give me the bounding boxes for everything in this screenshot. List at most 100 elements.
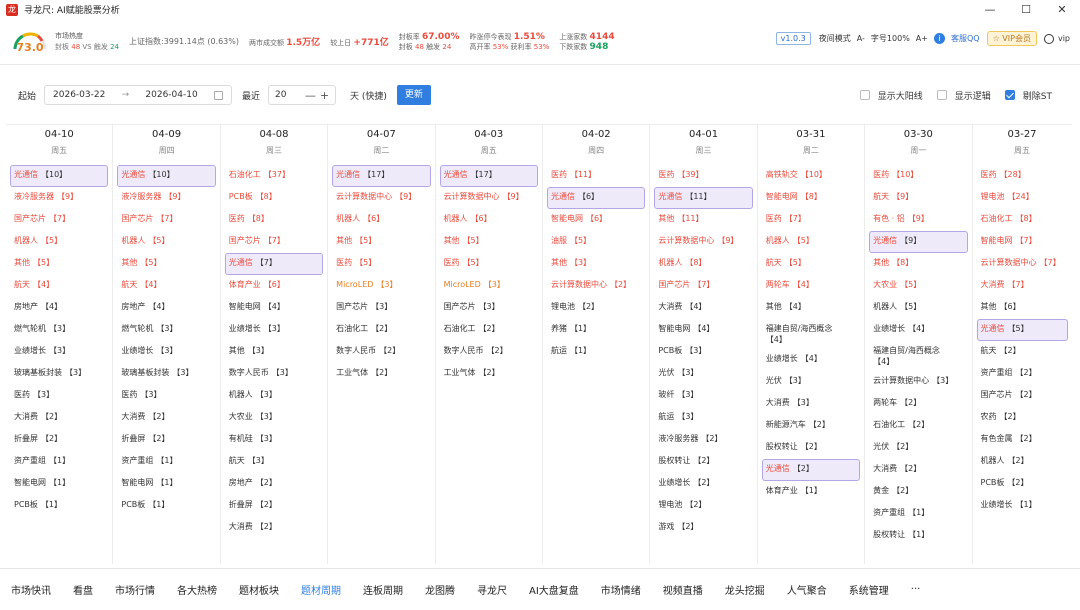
theme-item[interactable]: 业绩增长 【2】 — [654, 473, 752, 495]
nav-item[interactable]: 龙头挖掘 — [714, 582, 776, 597]
theme-item[interactable]: 机器人 【2】 — [977, 451, 1068, 473]
theme-item[interactable]: 其他 【5】 — [332, 231, 430, 253]
theme-item[interactable]: 玻纤 【3】 — [654, 385, 752, 407]
close-button[interactable]: ✕ — [1044, 0, 1080, 19]
theme-item[interactable]: 航运 【3】 — [654, 407, 752, 429]
theme-item[interactable]: 光通信 【17】 — [332, 165, 431, 187]
theme-item[interactable]: 云计算数据中心 【9】 — [332, 187, 430, 209]
theme-item[interactable]: PCB板 【1】 — [10, 495, 108, 517]
theme-item[interactable]: 农药 【2】 — [977, 407, 1068, 429]
theme-item[interactable]: 其他 【5】 — [117, 253, 215, 275]
theme-item[interactable]: 国产芯片 【7】 — [10, 209, 108, 231]
theme-item[interactable]: 液冷服务器 【9】 — [117, 187, 215, 209]
theme-item[interactable]: 业绩增长 【1】 — [977, 495, 1068, 517]
theme-item[interactable]: 航天 【4】 — [10, 275, 108, 297]
theme-item[interactable]: 房地产 【4】 — [10, 297, 108, 319]
nav-item[interactable]: ··· — [900, 584, 932, 595]
theme-item[interactable]: 福建自贸/海西概念 【4】 — [869, 341, 967, 371]
theme-item[interactable]: 石油化工 【2】 — [332, 319, 430, 341]
theme-item[interactable]: 其他 【5】 — [10, 253, 108, 275]
theme-item[interactable]: 黄金 【2】 — [869, 481, 967, 503]
theme-item[interactable]: 工业气体 【2】 — [332, 363, 430, 385]
theme-item[interactable]: 房地产 【2】 — [225, 473, 323, 495]
theme-item[interactable]: 智能电网 【4】 — [654, 319, 752, 341]
theme-item[interactable]: 云计算数据中心 【3】 — [869, 371, 967, 393]
theme-item[interactable]: 机器人 【6】 — [332, 209, 430, 231]
theme-item[interactable]: 国产芯片 【7】 — [225, 231, 323, 253]
theme-item[interactable]: 航天 【2】 — [977, 341, 1068, 363]
theme-item[interactable]: 大消费 【2】 — [869, 459, 967, 481]
checkbox-icon[interactable] — [859, 90, 870, 100]
theme-item[interactable]: 液冷服务器 【9】 — [10, 187, 108, 209]
nav-item[interactable]: 连板周期 — [352, 582, 414, 597]
theme-item[interactable]: 高铁轨交 【10】 — [762, 165, 860, 187]
theme-item[interactable]: 国产芯片 【2】 — [977, 385, 1068, 407]
theme-item[interactable]: PCB板 【3】 — [654, 341, 752, 363]
nav-item[interactable]: 市场快讯 — [0, 582, 62, 597]
theme-item[interactable]: 医药 【5】 — [332, 253, 430, 275]
update-button[interactable]: 更新 — [396, 85, 431, 105]
theme-item[interactable]: 福建自贸/海西概念 【4】 — [762, 319, 860, 349]
theme-item[interactable]: 其他 【5】 — [440, 231, 538, 253]
theme-item[interactable]: 业绩增长 【4】 — [762, 349, 860, 371]
theme-item[interactable]: 有机硅 【3】 — [225, 429, 323, 451]
font-increase-button[interactable]: A+ — [916, 34, 928, 43]
nav-item[interactable]: 看盘 — [62, 582, 104, 597]
theme-item[interactable]: 光通信 【5】 — [976, 319, 1068, 341]
nav-item[interactable]: 人气聚合 — [776, 582, 838, 597]
theme-item[interactable]: 其他 【3】 — [547, 253, 645, 275]
theme-item[interactable]: 航天 【5】 — [762, 253, 860, 275]
theme-item[interactable]: 数字人民币 【2】 — [332, 341, 430, 363]
theme-item[interactable]: 航天 【4】 — [117, 275, 215, 297]
maximize-button[interactable]: ☐ — [1008, 0, 1044, 19]
info-icon[interactable]: i — [933, 33, 945, 44]
theme-item[interactable]: 机器人 【6】 — [440, 209, 538, 231]
theme-item[interactable]: 折叠屏 【2】 — [225, 495, 323, 517]
theme-item[interactable]: 光通信 【11】 — [654, 187, 753, 209]
theme-item[interactable]: 股权转让 【2】 — [654, 451, 752, 473]
checkbox-icon[interactable] — [936, 90, 947, 100]
theme-item[interactable]: 大消费 【2】 — [117, 407, 215, 429]
theme-item[interactable]: 智能电网 【1】 — [117, 473, 215, 495]
theme-item[interactable]: 医药 【28】 — [977, 165, 1068, 187]
font-decrease-button[interactable]: A- — [857, 34, 865, 43]
theme-item[interactable]: 工业气体 【2】 — [440, 363, 538, 385]
theme-item[interactable]: PCB板 【1】 — [117, 495, 215, 517]
theme-item[interactable]: 光通信 【9】 — [869, 231, 968, 253]
nav-item[interactable]: 寻龙尺 — [466, 582, 518, 597]
theme-item[interactable]: 医药 【5】 — [440, 253, 538, 275]
theme-item[interactable]: 体育产业 【6】 — [225, 275, 323, 297]
theme-item[interactable]: 医药 【7】 — [762, 209, 860, 231]
user-icon[interactable] — [1043, 33, 1054, 44]
theme-item[interactable]: 机器人 【8】 — [654, 253, 752, 275]
theme-item[interactable]: 光通信 【17】 — [439, 165, 538, 187]
theme-item[interactable]: 玻璃基板封装 【3】 — [117, 363, 215, 385]
theme-item[interactable]: 养猪 【1】 — [547, 319, 645, 341]
theme-item[interactable]: 石油化工 【2】 — [440, 319, 538, 341]
theme-item[interactable]: 大消费 【4】 — [654, 297, 752, 319]
theme-item[interactable]: 资产重组 【2】 — [977, 363, 1068, 385]
show-logic-checkbox[interactable]: 显示逻辑 — [936, 89, 991, 102]
nav-item[interactable]: 龙图腾 — [414, 582, 466, 597]
theme-item[interactable]: 资产重组 【1】 — [10, 451, 108, 473]
theme-item[interactable]: 锂电池 【2】 — [547, 297, 645, 319]
theme-item[interactable]: 云计算数据中心 【7】 — [977, 253, 1068, 275]
theme-item[interactable]: MicroLED 【3】 — [440, 275, 538, 297]
nav-item[interactable]: AI大盘复盘 — [518, 582, 590, 597]
theme-item[interactable]: 新能源汽车 【2】 — [762, 415, 860, 437]
theme-item[interactable]: MicroLED 【3】 — [332, 275, 430, 297]
theme-item[interactable]: 智能电网 【1】 — [10, 473, 108, 495]
theme-item[interactable]: 燃气轮机 【3】 — [117, 319, 215, 341]
theme-item[interactable]: 云计算数据中心 【2】 — [547, 275, 645, 297]
calendar-icon[interactable] — [213, 90, 223, 100]
theme-item[interactable]: 油服 【5】 — [547, 231, 645, 253]
theme-item[interactable]: 光通信 【10】 — [117, 165, 216, 187]
date-to[interactable]: 2026-04-10 — [145, 90, 197, 100]
theme-item[interactable]: 医药 【39】 — [654, 165, 752, 187]
user-label[interactable]: vip — [1058, 34, 1070, 43]
theme-item[interactable]: 机器人 【3】 — [225, 385, 323, 407]
plus-icon[interactable]: + — [320, 89, 329, 102]
theme-item[interactable]: 体育产业 【1】 — [762, 481, 860, 503]
theme-item[interactable]: 数字人民币 【3】 — [225, 363, 323, 385]
nav-item[interactable]: 市场情绪 — [590, 582, 652, 597]
